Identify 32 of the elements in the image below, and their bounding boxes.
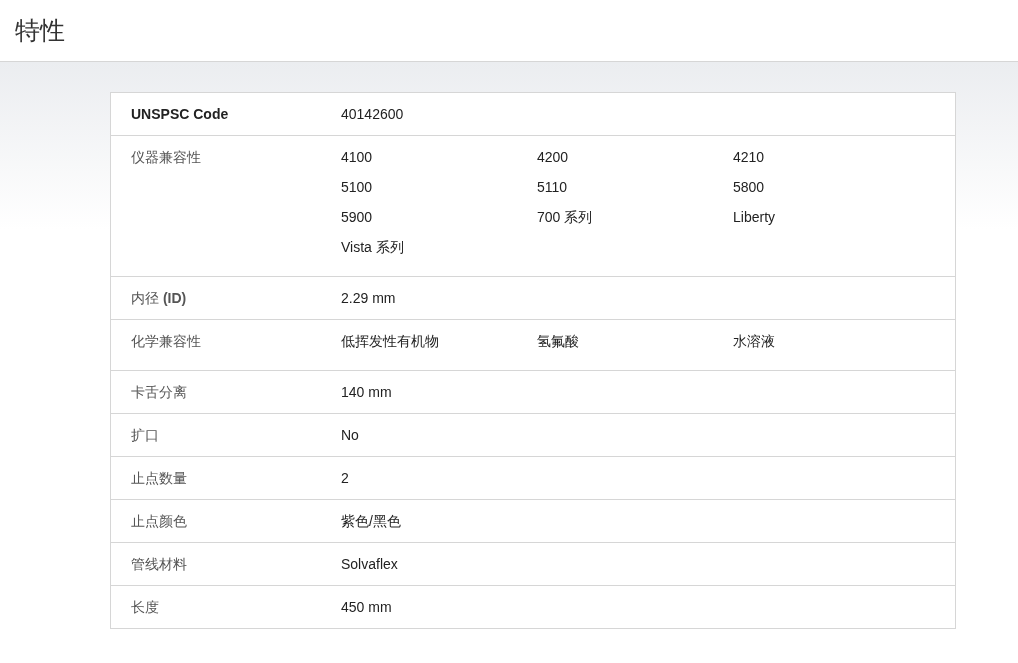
spec-value: 700 系列 xyxy=(537,208,594,226)
spec-label: 内径 (ID) xyxy=(131,289,188,307)
spec-label: 长度 xyxy=(131,598,160,616)
spec-value: 4200 xyxy=(537,148,570,166)
spec-value: No xyxy=(341,426,360,444)
spec-value: 5800 xyxy=(733,178,766,196)
spec-value: 5100 xyxy=(341,178,374,196)
spec-value: 水溶液 xyxy=(733,332,776,350)
spec-value: 低挥发性有机物 xyxy=(341,332,440,350)
spec-value: 140 mm xyxy=(341,383,393,401)
spec-value: Liberty xyxy=(733,208,777,226)
spec-value: 紫色/黑色 xyxy=(341,512,402,530)
spec-value: 450 mm xyxy=(341,598,393,616)
spec-value: 氢氟酸 xyxy=(537,332,580,350)
spec-value: 4210 xyxy=(733,148,766,166)
page-title: 特性 xyxy=(15,14,65,46)
spec-label: 仪器兼容性 xyxy=(131,148,202,167)
spec-value: Vista 系列 xyxy=(341,238,405,256)
spec-label: UNSPSC Code xyxy=(131,105,230,123)
spec-value: 4100 xyxy=(341,148,374,166)
spec-label: 管线材料 xyxy=(131,555,188,573)
spec-label: 止点颜色 xyxy=(131,512,188,530)
spec-label: 扩口 xyxy=(131,426,160,444)
spec-value: 2 xyxy=(341,469,350,487)
spec-label: 卡舌分离 xyxy=(131,383,188,401)
spec-value: Solvaflex xyxy=(341,555,399,573)
spec-value: 2.29 mm xyxy=(341,289,397,307)
spec-value: 5110 xyxy=(537,178,569,196)
spec-label: 化学兼容性 xyxy=(131,332,202,350)
spec-value: 5900 xyxy=(341,208,374,226)
spec-value: 40142600 xyxy=(341,105,405,123)
spec-label: 止点数量 xyxy=(131,469,188,487)
